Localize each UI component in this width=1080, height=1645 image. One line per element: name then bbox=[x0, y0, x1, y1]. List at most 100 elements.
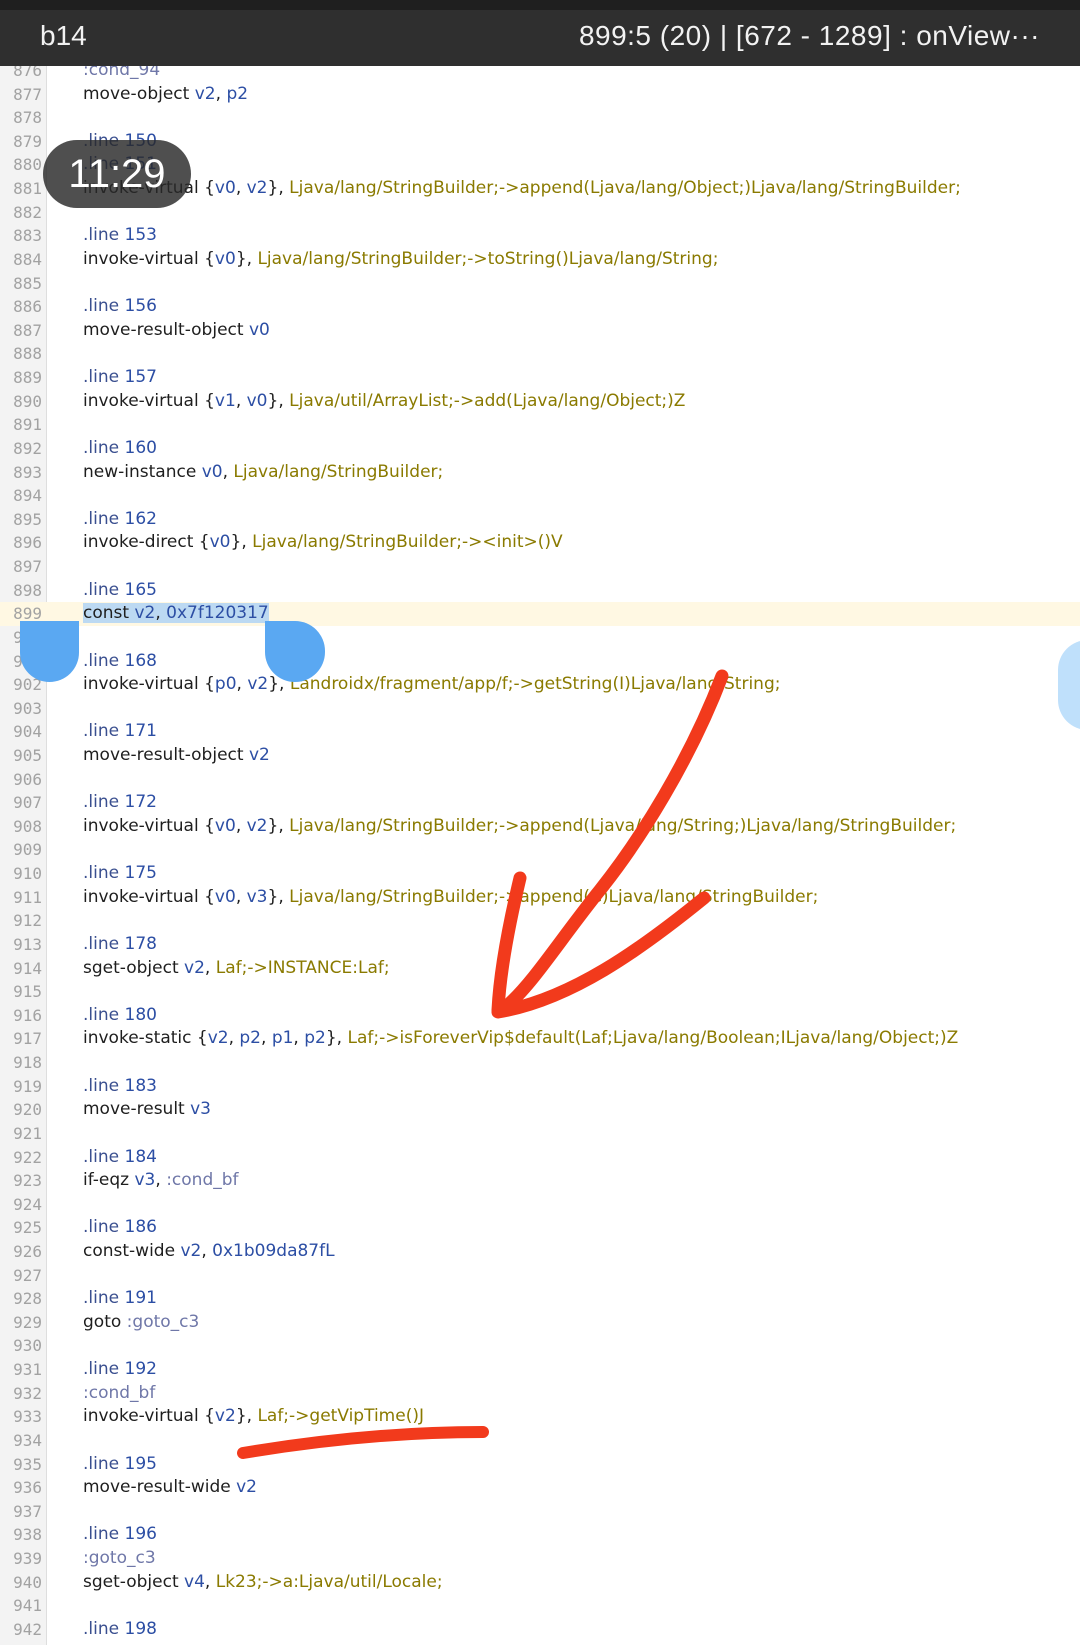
code-line[interactable]: 916 .line 180 bbox=[0, 1004, 1080, 1028]
cursor-status[interactable]: 899:5 (20) | [672 - 1289] : onView··· bbox=[579, 20, 1040, 52]
code-line[interactable]: 926 const-wide v2, 0x1b09da87fL bbox=[0, 1240, 1080, 1264]
code-text[interactable]: .line 180 bbox=[83, 1004, 157, 1028]
code-text[interactable]: .line 162 bbox=[83, 508, 157, 532]
code-line[interactable]: 904 .line 171 bbox=[0, 720, 1080, 744]
code-line[interactable]: 890 invoke-virtual {v1, v0}, Ljava/util/A… bbox=[0, 390, 1080, 414]
code-text[interactable]: .line 183 bbox=[83, 1075, 157, 1099]
code-line[interactable]: 922 .line 184 bbox=[0, 1146, 1080, 1170]
code-line[interactable]: 906 bbox=[0, 768, 1080, 792]
code-editor[interactable]: 876:cond_94 877 move-object v2, p2 878 879 .l… bbox=[0, 66, 1080, 1645]
code-text[interactable]: invoke-virtual {v0}, Ljava/lang/StringBu… bbox=[83, 248, 718, 272]
code-line[interactable]: 889 .line 157 bbox=[0, 366, 1080, 390]
code-line[interactable]: 934 bbox=[0, 1429, 1080, 1453]
code-text[interactable]: invoke-virtual {v0, v2}, Ljava/lang/Stri… bbox=[83, 177, 961, 201]
code-line[interactable]: 921 bbox=[0, 1122, 1080, 1146]
code-text[interactable]: sget-object v4, Lk23;->a:Ljava/util/Loca… bbox=[83, 1571, 443, 1595]
code-text[interactable]: .line 165 bbox=[83, 579, 157, 603]
code-line[interactable]: 942 .line 198 bbox=[0, 1618, 1080, 1642]
code-text[interactable]: new-instance v0, Ljava/lang/StringBuilde… bbox=[83, 461, 443, 485]
code-line[interactable]: 937 bbox=[0, 1500, 1080, 1524]
code-line[interactable]: 943 const-wide/16 v4, 0x3c8 bbox=[0, 1642, 1080, 1645]
code-line[interactable]: 891 bbox=[0, 413, 1080, 437]
code-text[interactable]: invoke-direct {v0}, Ljava/lang/StringBui… bbox=[83, 531, 563, 555]
code-text[interactable]: sget-object v2, Laf;->INSTANCE:Laf; bbox=[83, 957, 390, 981]
code-line[interactable]: 914 sget-object v2, Laf;->INSTANCE:Laf; bbox=[0, 957, 1080, 981]
code-line[interactable]: 896 invoke-direct {v0}, Ljava/lang/String… bbox=[0, 531, 1080, 555]
file-title[interactable]: b14 bbox=[40, 20, 87, 52]
code-text[interactable]: .line 172 bbox=[83, 791, 157, 815]
code-line[interactable]: 938 .line 196 bbox=[0, 1523, 1080, 1547]
code-line[interactable]: 887 move-result-object v0 bbox=[0, 319, 1080, 343]
code-line[interactable]: 894 bbox=[0, 484, 1080, 508]
code-text[interactable]: .line 196 bbox=[83, 1523, 157, 1547]
code-text[interactable]: .line 184 bbox=[83, 1146, 157, 1170]
code-line[interactable]: 913 .line 178 bbox=[0, 933, 1080, 957]
code-line[interactable]: 936 move-result-wide v2 bbox=[0, 1476, 1080, 1500]
code-line[interactable]: 928 .line 191 bbox=[0, 1287, 1080, 1311]
code-text[interactable]: invoke-static {v2, p2, p1, p2}, Laf;->is… bbox=[83, 1027, 958, 1051]
code-text[interactable]: .line 191 bbox=[83, 1287, 157, 1311]
code-line[interactable]: 929 goto :goto_c3 bbox=[0, 1311, 1080, 1335]
code-text[interactable]: :goto_c3 bbox=[83, 1547, 156, 1571]
code-text[interactable]: :cond_bf bbox=[83, 1382, 155, 1406]
code-line[interactable]: 876:cond_94 bbox=[0, 66, 1080, 83]
code-text[interactable]: const-wide/16 v4, 0x3c8 bbox=[83, 1642, 291, 1645]
code-line[interactable]: 878 bbox=[0, 106, 1080, 130]
code-line[interactable]: 892 .line 160 bbox=[0, 437, 1080, 461]
code-line[interactable]: 907 .line 172 bbox=[0, 791, 1080, 815]
code-text[interactable]: .line 175 bbox=[83, 862, 157, 886]
code-line-current[interactable]: 899 const v2, 0x7f120317 bbox=[0, 602, 1080, 626]
code-text[interactable]: .line 195 bbox=[83, 1453, 157, 1477]
code-line[interactable]: 901.line 168 bbox=[0, 650, 1080, 674]
code-line[interactable]: 912 bbox=[0, 909, 1080, 933]
code-text[interactable]: move-object v2, p2 bbox=[83, 83, 248, 107]
code-line[interactable]: 941 bbox=[0, 1594, 1080, 1618]
code-text[interactable]: .line 156 bbox=[83, 295, 157, 319]
code-line[interactable]: 917 invoke-static {v2, p2, p1, p2}, Laf;-… bbox=[0, 1027, 1080, 1051]
code-line[interactable]: 888 bbox=[0, 342, 1080, 366]
code-text[interactable]: move-result-object v0 bbox=[83, 319, 270, 343]
code-line[interactable]: 903 bbox=[0, 697, 1080, 721]
code-text[interactable]: .line 198 bbox=[83, 1618, 157, 1642]
code-text[interactable]: .line 160 bbox=[83, 437, 157, 461]
code-line[interactable]: 902 invoke-virtual {p0, v2}, Landroidx/fr… bbox=[0, 673, 1080, 697]
code-text[interactable]: invoke-virtual {v0, v2}, Ljava/lang/Stri… bbox=[83, 815, 956, 839]
code-text[interactable]: invoke-virtual {p0, v2}, Landroidx/fragm… bbox=[83, 673, 780, 697]
code-text[interactable]: const-wide v2, 0x1b09da87fL bbox=[83, 1240, 335, 1264]
selection-handle-left[interactable] bbox=[20, 621, 79, 682]
code-line[interactable]: 924 bbox=[0, 1193, 1080, 1217]
code-line[interactable]: 895 .line 162 bbox=[0, 508, 1080, 532]
code-text[interactable]: invoke-virtual {v2}, Laf;->getVipTime()J bbox=[83, 1405, 424, 1429]
code-line[interactable]: 897 bbox=[0, 555, 1080, 579]
code-line[interactable]: 939:goto_c3 bbox=[0, 1547, 1080, 1571]
code-text[interactable]: .line 186 bbox=[83, 1216, 157, 1240]
code-line[interactable]: 884 invoke-virtual {v0}, Ljava/lang/Strin… bbox=[0, 248, 1080, 272]
code-line[interactable]: 933 invoke-virtual {v2}, Laf;->getVipTime… bbox=[0, 1405, 1080, 1429]
code-text[interactable]: goto :goto_c3 bbox=[83, 1311, 199, 1335]
code-line[interactable]: 920 move-result v3 bbox=[0, 1098, 1080, 1122]
code-line[interactable]: 886 .line 156 bbox=[0, 295, 1080, 319]
code-text[interactable]: .line 168 bbox=[83, 650, 157, 674]
code-line[interactable]: 909 bbox=[0, 838, 1080, 862]
code-line[interactable]: 905 move-result-object v2 bbox=[0, 744, 1080, 768]
code-line[interactable]: 931 .line 192 bbox=[0, 1358, 1080, 1382]
code-text[interactable]: .line 178 bbox=[83, 933, 157, 957]
code-line[interactable]: 932:cond_bf bbox=[0, 1382, 1080, 1406]
code-text[interactable]: invoke-virtual {v0, v3}, Ljava/lang/Stri… bbox=[83, 886, 818, 910]
code-line[interactable]: 927 bbox=[0, 1264, 1080, 1288]
code-line[interactable]: 885 bbox=[0, 272, 1080, 296]
code-line[interactable]: 923 if-eqz v3, :cond_bf bbox=[0, 1169, 1080, 1193]
code-line[interactable]: 900 bbox=[0, 626, 1080, 650]
code-text[interactable]: move-result-object v2 bbox=[83, 744, 270, 768]
code-text[interactable]: .line 157 bbox=[83, 366, 157, 390]
code-line[interactable]: 893 new-instance v0, Ljava/lang/StringBui… bbox=[0, 461, 1080, 485]
code-line[interactable]: 940 sget-object v4, Lk23;->a:Ljava/util/L… bbox=[0, 1571, 1080, 1595]
code-line[interactable]: 898 .line 165 bbox=[0, 579, 1080, 603]
code-text[interactable]: .line 153 bbox=[83, 224, 157, 248]
code-line[interactable]: 910 .line 175 bbox=[0, 862, 1080, 886]
code-line[interactable]: 877 move-object v2, p2 bbox=[0, 83, 1080, 107]
code-text[interactable]: :cond_94 bbox=[83, 66, 160, 83]
code-text[interactable]: move-result-wide v2 bbox=[83, 1476, 257, 1500]
code-line[interactable]: 883 .line 153 bbox=[0, 224, 1080, 248]
code-line[interactable]: 925 .line 186 bbox=[0, 1216, 1080, 1240]
